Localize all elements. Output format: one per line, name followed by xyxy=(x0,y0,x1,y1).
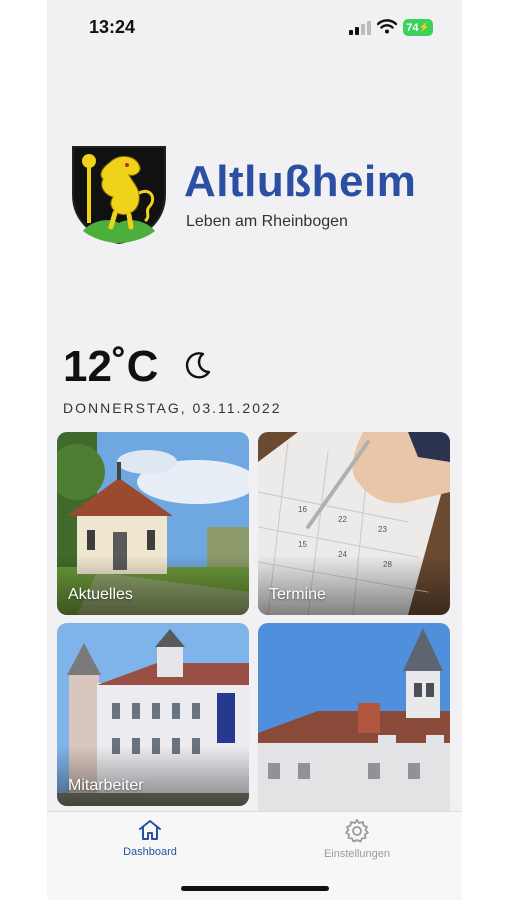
brand-subtitle: Leben am Rheinbogen xyxy=(186,213,348,230)
cellular-signal-icon xyxy=(349,21,371,35)
tile-shade xyxy=(258,555,450,615)
tile-shade xyxy=(57,555,249,615)
tile-label: Mitarbeiter xyxy=(68,777,144,794)
home-icon xyxy=(139,820,161,840)
tile-label: Termine xyxy=(269,586,326,603)
tile-label: Aktuelles xyxy=(68,586,133,603)
tab-einstellungen[interactable]: Einstellungen xyxy=(297,818,417,860)
svg-text:16: 16 xyxy=(298,505,307,514)
status-bar: 13:24 74 ⚡ xyxy=(47,0,462,56)
home-indicator[interactable] xyxy=(181,886,329,891)
moon-icon xyxy=(185,352,211,379)
coat-of-arms-icon xyxy=(72,146,166,245)
battery-level: 74 xyxy=(406,21,419,34)
tile-gebaeude[interactable] xyxy=(258,623,450,815)
temperature: 12˚C xyxy=(63,342,159,391)
battery-icon: 74 ⚡ xyxy=(403,19,433,36)
tile-aktuelles[interactable]: Aktuelles xyxy=(57,432,249,615)
tab-label: Dashboard xyxy=(123,846,177,858)
wifi-icon xyxy=(377,19,397,34)
current-date: DONNERSTAG, 03.11.2022 xyxy=(63,400,282,416)
municipality-logo: Altlußheim Leben am Rheinbogen xyxy=(69,143,449,253)
gear-icon xyxy=(345,819,369,843)
svg-text:22: 22 xyxy=(338,515,347,524)
tile-shade xyxy=(57,746,249,806)
tab-label: Einstellungen xyxy=(323,848,391,860)
tile-mitarbeiter[interactable]: Mitarbeiter xyxy=(57,623,249,806)
svg-text:15: 15 xyxy=(298,540,307,549)
brand-title: Altlußheim xyxy=(184,157,417,206)
tile-termine[interactable]: 162223 152428 Termine xyxy=(258,432,450,615)
svg-text:23: 23 xyxy=(378,525,387,534)
app-screen: 13:24 74 ⚡ Altlußheim Leben am Rheinboge… xyxy=(47,0,462,900)
status-time: 13:24 xyxy=(89,17,136,37)
tab-dashboard[interactable]: Dashboard xyxy=(90,818,210,858)
building-photo xyxy=(258,623,450,815)
